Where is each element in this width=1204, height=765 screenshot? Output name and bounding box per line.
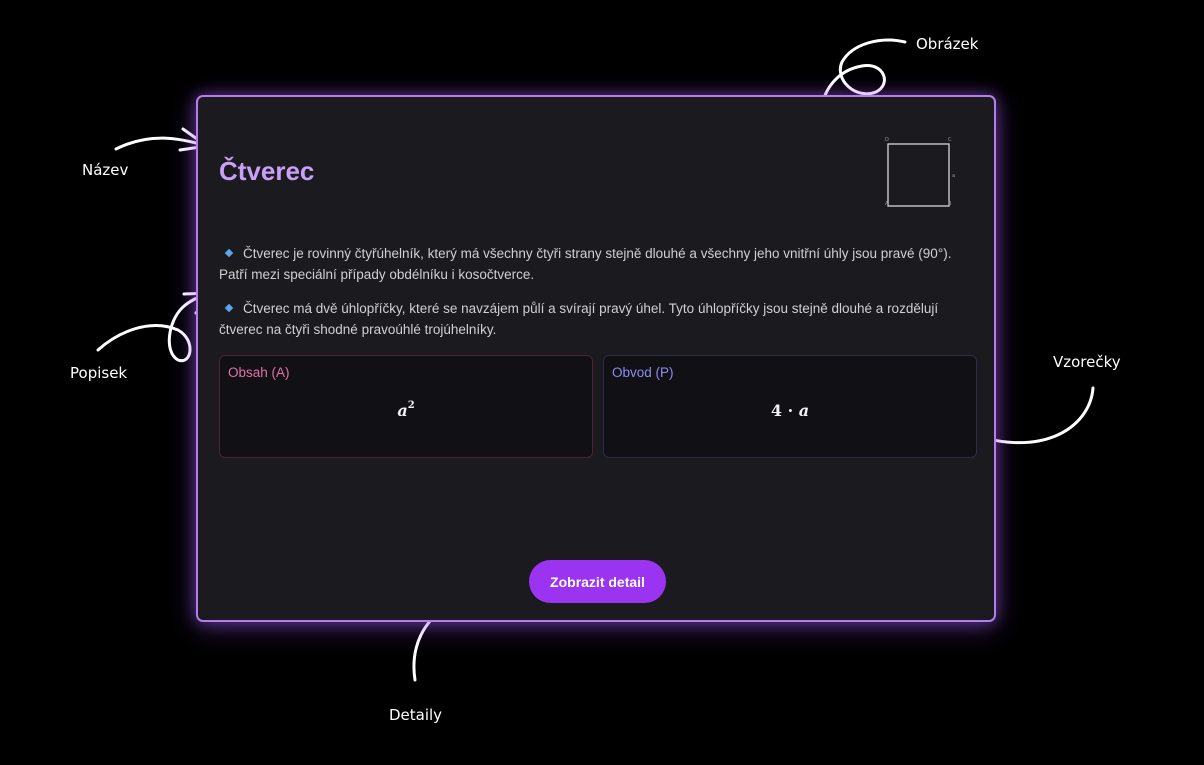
description-paragraph-1: Čtverec je rovinný čtyřúhelník, který má… <box>219 243 979 285</box>
formula-area-base: a <box>397 401 408 420</box>
corner-label-b: B <box>948 201 952 207</box>
formula-card-perimeter: Obvod (P) 4 · a <box>603 355 977 458</box>
diamond-bullet-icon <box>224 304 234 313</box>
formula-perimeter-number: 4 <box>770 401 783 420</box>
formula-area-expression: a2 <box>220 399 592 420</box>
square-diagram-icon: D C A B a <box>885 137 955 207</box>
annotation-description-label: Popisek <box>70 364 128 382</box>
corner-label-d: D <box>885 137 889 143</box>
formula-area-exponent: 2 <box>407 399 415 411</box>
annotation-image-label: Obrázek <box>916 35 979 53</box>
formula-card-area: Obsah (A) a2 <box>219 355 593 458</box>
formula-label-area: Obsah (A) <box>228 365 290 380</box>
formula-perimeter-expression: 4 · a <box>604 401 976 420</box>
formula-perimeter-operator: · <box>787 401 794 420</box>
description-arrow <box>96 291 213 363</box>
side-label-a: a <box>952 173 955 179</box>
annotation-details-label: Detaily <box>389 706 443 724</box>
description-text-1: Čtverec je rovinný čtyřúhelník, který má… <box>219 246 952 282</box>
card-title: Čtverec <box>219 156 315 186</box>
annotation-title-label: Název <box>82 161 129 179</box>
show-detail-button[interactable]: Zobrazit detail <box>529 560 666 603</box>
corner-label-a: A <box>885 201 889 207</box>
corner-label-c: C <box>948 137 952 143</box>
diamond-bullet-icon <box>224 249 234 258</box>
title-arrow <box>114 136 209 151</box>
formula-label-perimeter: Obvod (P) <box>612 365 674 380</box>
annotation-formulas-label: Vzorečky <box>1053 353 1121 371</box>
formula-perimeter-variable: a <box>798 401 810 420</box>
description-paragraph-2: Čtverec má dvě úhlopříčky, které se navz… <box>219 298 979 340</box>
description-text-2: Čtverec má dvě úhlopříčky, které se navz… <box>219 301 939 337</box>
shape-card: Čtverec D C A B a Čtverec je rovinný čty… <box>196 95 996 622</box>
